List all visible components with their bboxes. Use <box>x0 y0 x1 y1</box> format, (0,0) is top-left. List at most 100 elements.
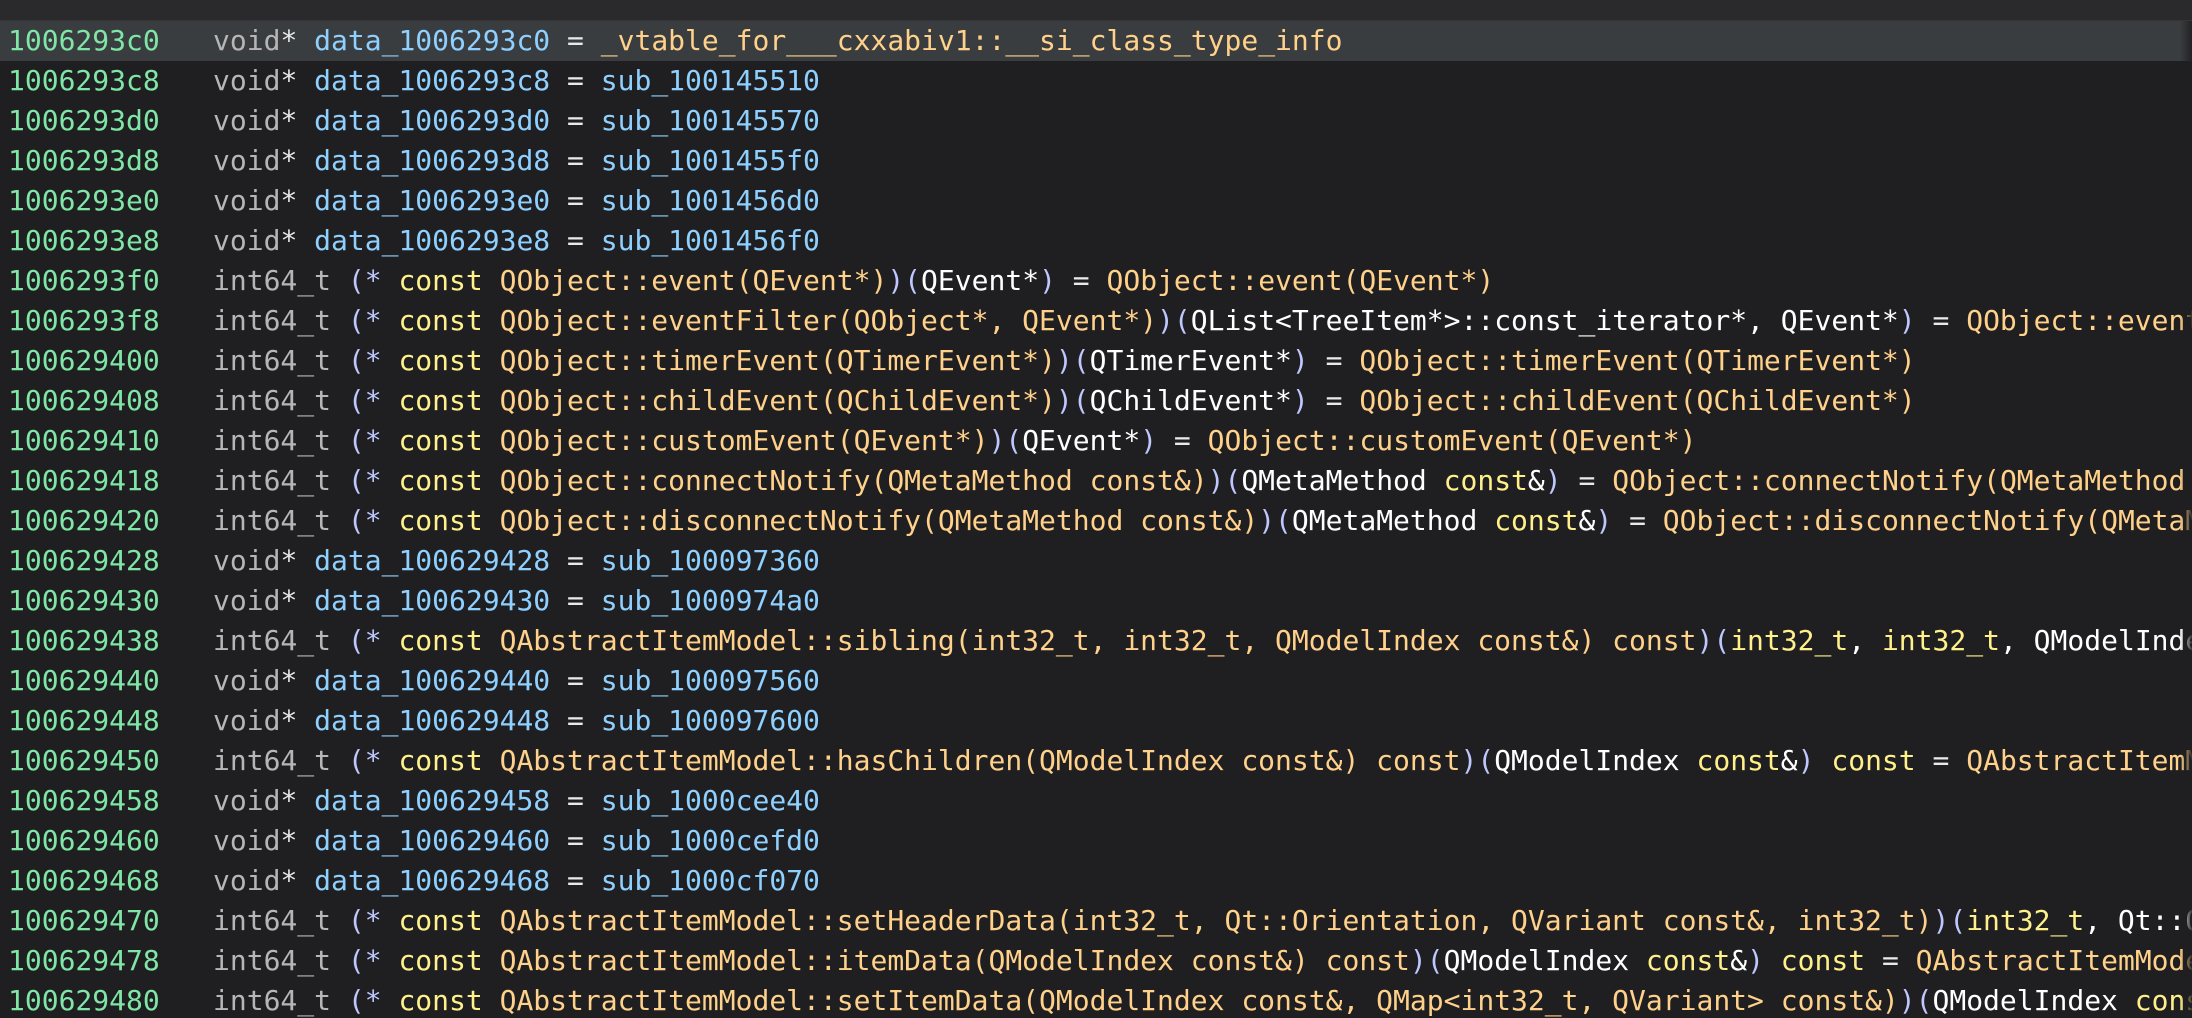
code-token-name[interactable]: data_100629460 <box>314 824 550 857</box>
code-line[interactable]: 100629460 void* data_100629460 = sub_1000… <box>0 821 2192 861</box>
code-token-name[interactable]: data_100629440 <box>314 664 550 697</box>
line-address[interactable]: 100629438 <box>0 621 213 661</box>
code-token-sym[interactable]: QObject::childEvent(QChildEvent*) <box>500 384 1056 417</box>
code-token-sym[interactable]: QObject::connectNotify(QMetaMethod const… <box>500 464 1208 497</box>
line-address[interactable]: 100629470 <box>0 901 213 941</box>
line-address[interactable]: 100629410 <box>0 421 213 461</box>
line-address[interactable]: 100629420 <box>0 501 213 541</box>
code-line[interactable]: 1006293d0 void* data_1006293d0 = sub_1001… <box>0 101 2192 141</box>
code-token-sym[interactable]: QObject::eventFilter(QObject*, QEvent*) <box>500 304 1157 337</box>
code-listing[interactable]: 1006293c0 void* data_1006293c0 = _vtable_… <box>0 21 2192 1018</box>
code-token-name[interactable]: data_1006293d0 <box>314 104 550 137</box>
code-line[interactable]: 100629480 int64_t (* const QAbstractItemM… <box>0 981 2192 1018</box>
code-token-value[interactable]: _vtable_for___cxxabiv1::__si_class_type_… <box>601 24 1343 57</box>
line-address[interactable]: 100629430 <box>0 581 213 621</box>
line-code[interactable]: int64_t (* const QObject::connectNotify(… <box>213 461 2192 501</box>
code-token-sym[interactable]: QObject::customEvent(QEvent*) <box>1208 424 1697 457</box>
line-address[interactable]: 100629408 <box>0 381 213 421</box>
code-token-name[interactable]: data_100629458 <box>314 784 550 817</box>
code-token-name[interactable]: sub_1000cee40 <box>601 784 820 817</box>
code-line[interactable]: 100629458 void* data_100629458 = sub_1000… <box>0 781 2192 821</box>
code-line[interactable]: 1006293e8 void* data_1006293e8 = sub_1001… <box>0 221 2192 261</box>
line-code[interactable]: void* data_100629458 = sub_1000cee40 <box>213 781 2192 821</box>
line-code[interactable]: void* data_100629430 = sub_1000974a0 <box>213 581 2192 621</box>
code-token-sym[interactable]: QObject::customEvent(QEvent*) <box>500 424 989 457</box>
line-code[interactable]: void* data_100629468 = sub_1000cf070 <box>213 861 2192 901</box>
line-code[interactable]: int64_t (* const QAbstractItemModel::ite… <box>213 941 2192 981</box>
code-line[interactable]: 100629428 void* data_100629428 = sub_1000… <box>0 541 2192 581</box>
code-token-name[interactable]: sub_100097560 <box>601 664 820 697</box>
line-address[interactable]: 1006293e8 <box>0 221 213 261</box>
line-code[interactable]: int64_t (* const QAbstractItemModel::has… <box>213 741 2192 781</box>
code-line[interactable]: 100629478 int64_t (* const QAbstractItemM… <box>0 941 2192 981</box>
code-token-name[interactable]: data_1006293c0 <box>314 24 550 57</box>
code-token-name[interactable]: data_100629468 <box>314 864 550 897</box>
code-token-name[interactable]: sub_100097360 <box>601 544 820 577</box>
code-token-sym[interactable]: QObject::timerEvent(QTimerEvent*) <box>500 344 1056 377</box>
line-address[interactable]: 1006293e0 <box>0 181 213 221</box>
code-token-name[interactable]: sub_100145510 <box>601 64 820 97</box>
code-line[interactable]: 1006293e0 void* data_1006293e0 = sub_1001… <box>0 181 2192 221</box>
code-token-sym[interactable]: QObject::connectNotify(QMetaMethod const… <box>1612 464 2192 497</box>
code-token-sym[interactable]: QObject::disconnectNotify(QMetaMethod co… <box>500 504 1259 537</box>
code-token-name[interactable]: sub_1001456f0 <box>601 224 820 257</box>
line-code[interactable]: void* data_100629448 = sub_100097600 <box>213 701 2192 741</box>
line-code[interactable]: int64_t (* const QObject::customEvent(QE… <box>213 421 2192 461</box>
code-token-name[interactable]: sub_100097600 <box>601 704 820 737</box>
line-address[interactable]: 100629418 <box>0 461 213 501</box>
line-address[interactable]: 1006293f0 <box>0 261 213 301</box>
line-code[interactable]: int64_t (* const QObject::disconnectNoti… <box>213 501 2192 541</box>
code-token-name[interactable]: sub_100145570 <box>601 104 820 137</box>
line-code[interactable]: int64_t (* const QObject::childEvent(QCh… <box>213 381 2192 421</box>
code-line[interactable]: 100629400 int64_t (* const QObject::timer… <box>0 341 2192 381</box>
line-address[interactable]: 100629480 <box>0 981 213 1018</box>
code-token-sym[interactable]: QAbstractItemModel::sibling(int32_t, int… <box>500 624 1697 657</box>
code-line[interactable]: 100629470 int64_t (* const QAbstractItemM… <box>0 901 2192 941</box>
line-code[interactable]: int64_t (* const QObject::event(QEvent*)… <box>213 261 2192 301</box>
line-code[interactable]: void* data_1006293d8 = sub_1001455f0 <box>213 141 2192 181</box>
code-token-name[interactable]: data_1006293d8 <box>314 144 550 177</box>
line-address[interactable]: 100629478 <box>0 941 213 981</box>
line-address[interactable]: 1006293d0 <box>0 101 213 141</box>
code-line[interactable]: 100629438 int64_t (* const QAbstractItemM… <box>0 621 2192 661</box>
code-line[interactable]: 1006293c0 void* data_1006293c0 = _vtable_… <box>0 21 2192 61</box>
code-token-name[interactable]: data_100629448 <box>314 704 550 737</box>
line-code[interactable]: int64_t (* const QObject::timerEvent(QTi… <box>213 341 2192 381</box>
code-line[interactable]: 100629408 int64_t (* const QObject::child… <box>0 381 2192 421</box>
code-line[interactable]: 100629440 void* data_100629440 = sub_1000… <box>0 661 2192 701</box>
code-token-sym[interactable]: QObject::timerEvent(QTimerEvent*) <box>1359 344 1915 377</box>
line-address[interactable]: 100629468 <box>0 861 213 901</box>
code-line[interactable]: 100629448 void* data_100629448 = sub_1000… <box>0 701 2192 741</box>
line-code[interactable]: void* data_1006293e0 = sub_1001456d0 <box>213 181 2192 221</box>
line-code[interactable]: void* data_1006293c0 = _vtable_for___cxx… <box>213 21 2192 61</box>
line-address[interactable]: 100629458 <box>0 781 213 821</box>
code-line[interactable]: 100629468 void* data_100629468 = sub_1000… <box>0 861 2192 901</box>
code-token-sym[interactable]: QAbstractItemModel::setItemData(QModelIn… <box>500 984 1899 1017</box>
code-line[interactable]: 100629450 int64_t (* const QAbstractItemM… <box>0 741 2192 781</box>
code-token-sym[interactable]: QObject::childEvent(QChildEvent*) <box>1359 384 1915 417</box>
code-token-sym[interactable]: QObject::disconnectNotify(QMetaMethod co… <box>1663 504 2192 537</box>
line-address[interactable]: 100629400 <box>0 341 213 381</box>
code-token-name[interactable]: sub_1001455f0 <box>601 144 820 177</box>
line-code[interactable]: int64_t (* const QAbstractItemModel::set… <box>213 981 2192 1018</box>
line-code[interactable]: int64_t (* const QAbstractItemModel::sib… <box>213 621 2192 661</box>
code-token-name[interactable]: sub_1000cefd0 <box>601 824 820 857</box>
code-line[interactable]: 1006293d8 void* data_1006293d8 = sub_1001… <box>0 141 2192 181</box>
line-address[interactable]: 1006293c0 <box>0 21 213 61</box>
code-line[interactable]: 100629420 int64_t (* const QObject::disco… <box>0 501 2192 541</box>
line-address[interactable]: 1006293f8 <box>0 301 213 341</box>
code-token-sym[interactable]: QAbstractItemModel::hasChildren(QModelIn… <box>1966 744 2192 777</box>
code-token-sym[interactable]: QObject::eventFilter(QObject*, QEvent*) <box>1966 304 2192 337</box>
line-address[interactable]: 1006293d8 <box>0 141 213 181</box>
line-code[interactable]: void* data_1006293d0 = sub_100145570 <box>213 101 2192 141</box>
line-address[interactable]: 100629450 <box>0 741 213 781</box>
code-token-sym[interactable]: QObject::event(QEvent*) <box>500 264 888 297</box>
line-code[interactable]: void* data_100629428 = sub_100097360 <box>213 541 2192 581</box>
line-address[interactable]: 1006293c8 <box>0 61 213 101</box>
code-token-name[interactable]: sub_1001456d0 <box>601 184 820 217</box>
code-token-sym[interactable]: QAbstractItemModel::hasChildren(QModelIn… <box>500 744 1461 777</box>
code-token-name[interactable]: sub_1000cf070 <box>601 864 820 897</box>
code-line[interactable]: 100629410 int64_t (* const QObject::custo… <box>0 421 2192 461</box>
line-code[interactable]: int64_t (* const QObject::eventFilter(QO… <box>213 301 2192 341</box>
code-token-sym[interactable]: QAbstractItemModel::itemData(QModelIndex… <box>1916 944 2192 977</box>
